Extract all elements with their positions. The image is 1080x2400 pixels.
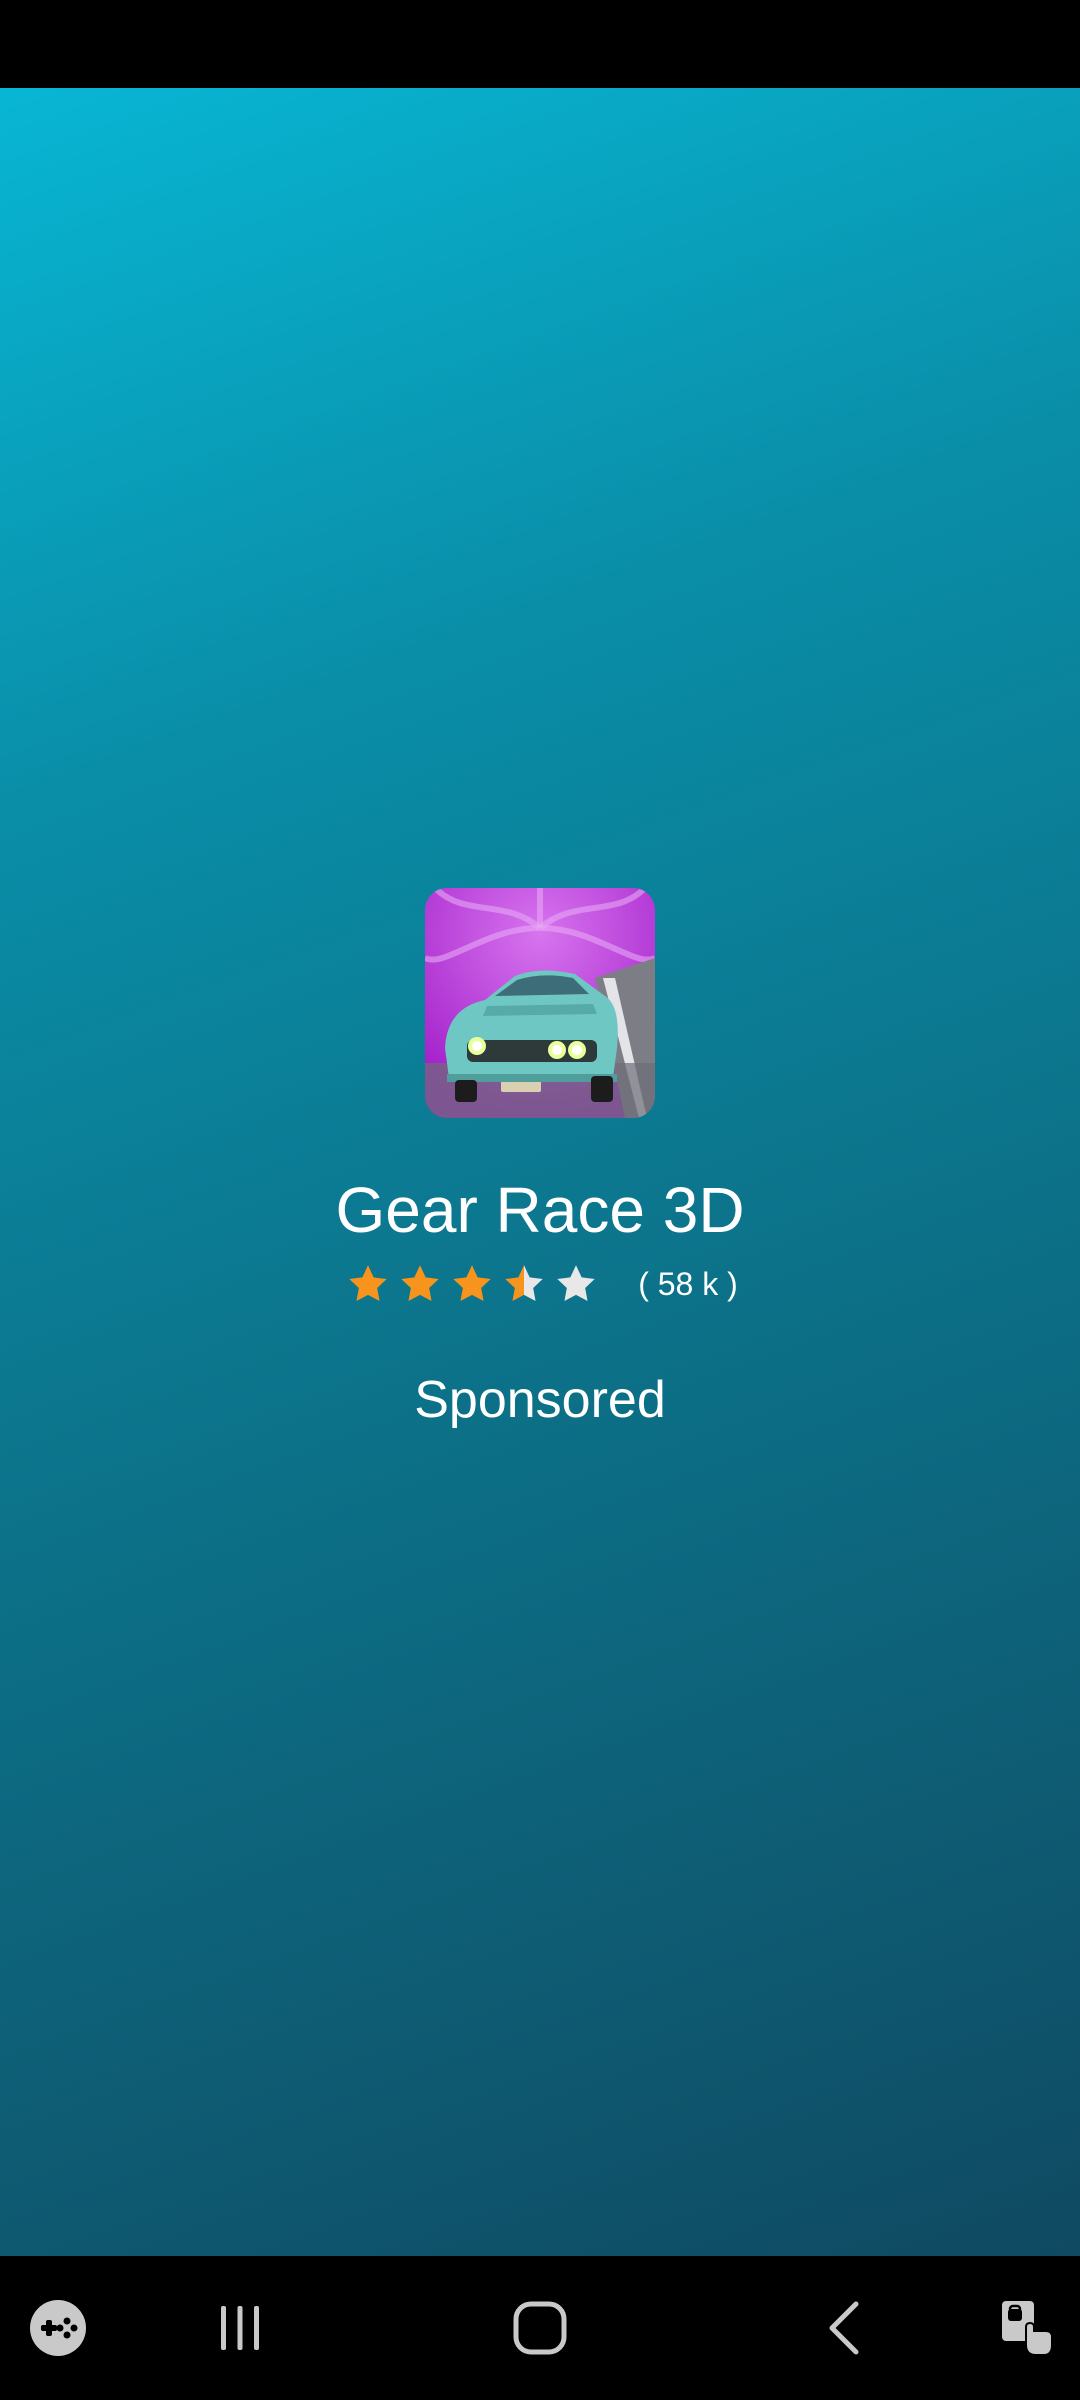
game-launcher-button[interactable] xyxy=(22,2256,94,2400)
screen-touch-icon xyxy=(1002,2301,1053,2356)
star-rating xyxy=(342,1262,602,1306)
star-icon xyxy=(401,1265,439,1302)
recent-apps-icon xyxy=(221,2306,259,2350)
recent-apps-button[interactable] xyxy=(200,2256,280,2400)
star-empty-icon xyxy=(557,1265,595,1302)
star-icon xyxy=(453,1265,491,1302)
back-icon xyxy=(829,2301,859,2355)
sponsored-label: Sponsored xyxy=(414,1371,666,1429)
screen: Gear Race 3D (58 k) Sponsored xyxy=(0,0,1080,2400)
rating-count: ( 58 k ) xyxy=(638,1265,738,1302)
home-button[interactable] xyxy=(500,2256,580,2400)
rating-row: ( 58 k ) xyxy=(0,1256,1080,1312)
star-half-icon xyxy=(505,1265,543,1302)
home-icon xyxy=(513,2301,567,2355)
back-button[interactable] xyxy=(804,2256,884,2400)
navigation-bar xyxy=(0,2256,1080,2400)
status-bar xyxy=(0,0,1080,88)
app-name[interactable]: Gear Race 3D xyxy=(0,1170,1080,1250)
game-launcher-icon xyxy=(30,2300,86,2356)
race-car-app-icon[interactable] xyxy=(425,888,655,1118)
screen-touch-button[interactable] xyxy=(984,2256,1064,2400)
star-icon xyxy=(349,1265,387,1302)
